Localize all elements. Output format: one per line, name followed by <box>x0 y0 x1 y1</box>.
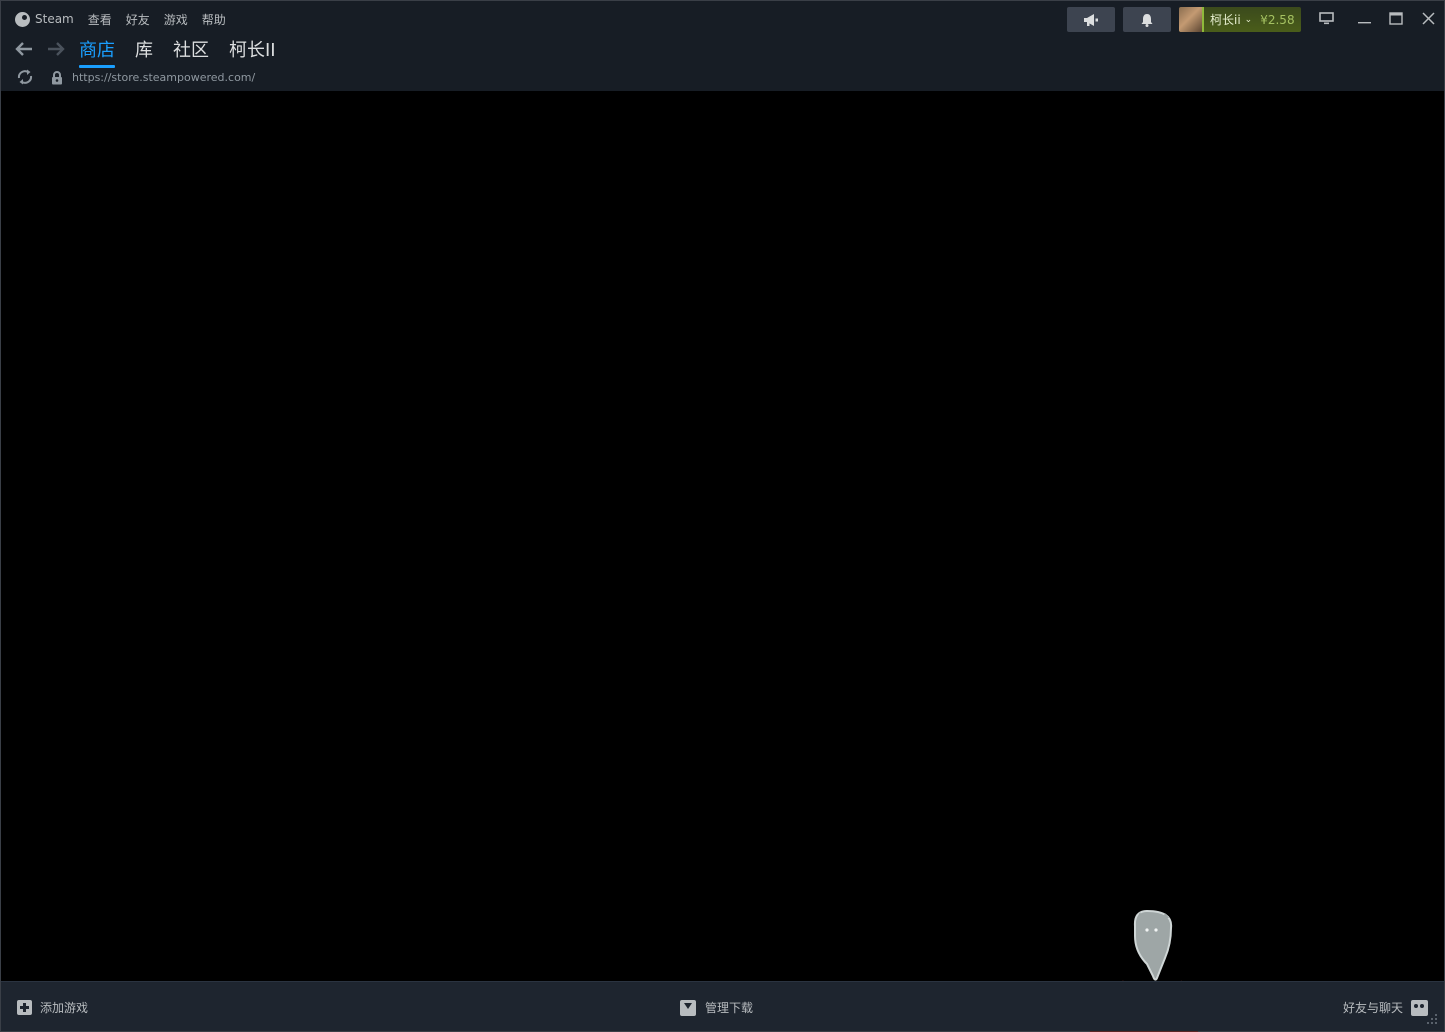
monitor-icon <box>1318 11 1334 24</box>
menu-friends[interactable]: 好友 <box>126 11 150 28</box>
bottom-bar: 添加游戏 管理下载 好友与聊天 <box>1 981 1444 1031</box>
lock-icon <box>51 70 63 89</box>
manage-downloads-button[interactable]: 管理下载 <box>680 999 753 1016</box>
add-game-button[interactable]: 添加游戏 <box>17 999 88 1016</box>
avatar <box>1179 7 1204 32</box>
arrow-right-icon <box>48 42 65 56</box>
wallet-balance: ¥2.58 <box>1260 12 1295 27</box>
notifications-button[interactable] <box>1123 7 1171 32</box>
menu-view[interactable]: 查看 <box>88 11 112 28</box>
chevron-down-icon: ⌄ <box>1244 14 1253 25</box>
maximize-icon <box>1389 11 1403 25</box>
url-bar: https://store.steampowered.com/ <box>1 67 1444 91</box>
account-menu[interactable]: 柯长ii ⌄ ¥2.58 <box>1179 7 1301 32</box>
back-button[interactable] <box>13 38 35 60</box>
steam-window: Steam 查看 好友 游戏 帮助 柯长ii ⌄ ¥2.58 商店 库 社区 柯… <box>0 0 1445 1032</box>
tab-library[interactable]: 库 <box>135 36 153 66</box>
friends-chat-label: 好友与聊天 <box>1343 1001 1404 1015</box>
arrow-left-icon <box>15 42 32 56</box>
menu-games[interactable]: 游戏 <box>164 11 188 28</box>
maximize-button[interactable] <box>1381 5 1411 31</box>
close-icon <box>1421 11 1435 25</box>
web-content[interactable] <box>1 91 1444 981</box>
navigation-bar: 商店 库 社区 柯长II <box>1 34 1444 68</box>
menu-help[interactable]: 帮助 <box>202 11 226 28</box>
friends-chat-button[interactable]: 好友与聊天 <box>1343 999 1429 1016</box>
menu-steam-label: Steam <box>35 12 74 26</box>
reload-button[interactable] <box>16 69 34 89</box>
minimize-icon <box>1357 21 1371 23</box>
tab-profile[interactable]: 柯长II <box>229 36 276 66</box>
add-icon <box>17 1000 32 1015</box>
menu-steam[interactable]: Steam <box>15 11 74 27</box>
main-tabs: 商店 库 社区 柯长II <box>79 36 276 68</box>
account-name: 柯长ii <box>1210 13 1241 27</box>
close-button[interactable] <box>1413 5 1443 31</box>
tab-community[interactable]: 社区 <box>173 36 209 66</box>
reload-icon <box>17 69 33 85</box>
add-game-label: 添加游戏 <box>40 1001 89 1015</box>
tab-store[interactable]: 商店 <box>79 36 115 68</box>
bell-icon <box>1141 13 1153 27</box>
forward-button[interactable] <box>45 38 67 60</box>
menu-bar: Steam 查看 好友 游戏 帮助 <box>15 9 226 29</box>
download-icon <box>680 999 696 1016</box>
megaphone-icon <box>1084 13 1098 26</box>
big-picture-button[interactable] <box>1311 5 1341 31</box>
title-bar: Steam 查看 好友 游戏 帮助 柯长ii ⌄ ¥2.58 <box>1 1 1444 37</box>
minimize-button[interactable] <box>1349 5 1379 31</box>
announcements-button[interactable] <box>1067 7 1115 32</box>
resize-grip-icon[interactable] <box>1425 1012 1439 1026</box>
manage-downloads-label: 管理下载 <box>705 1001 754 1015</box>
steam-logo-icon <box>15 11 30 27</box>
url-text[interactable]: https://store.steampowered.com/ <box>72 71 255 84</box>
